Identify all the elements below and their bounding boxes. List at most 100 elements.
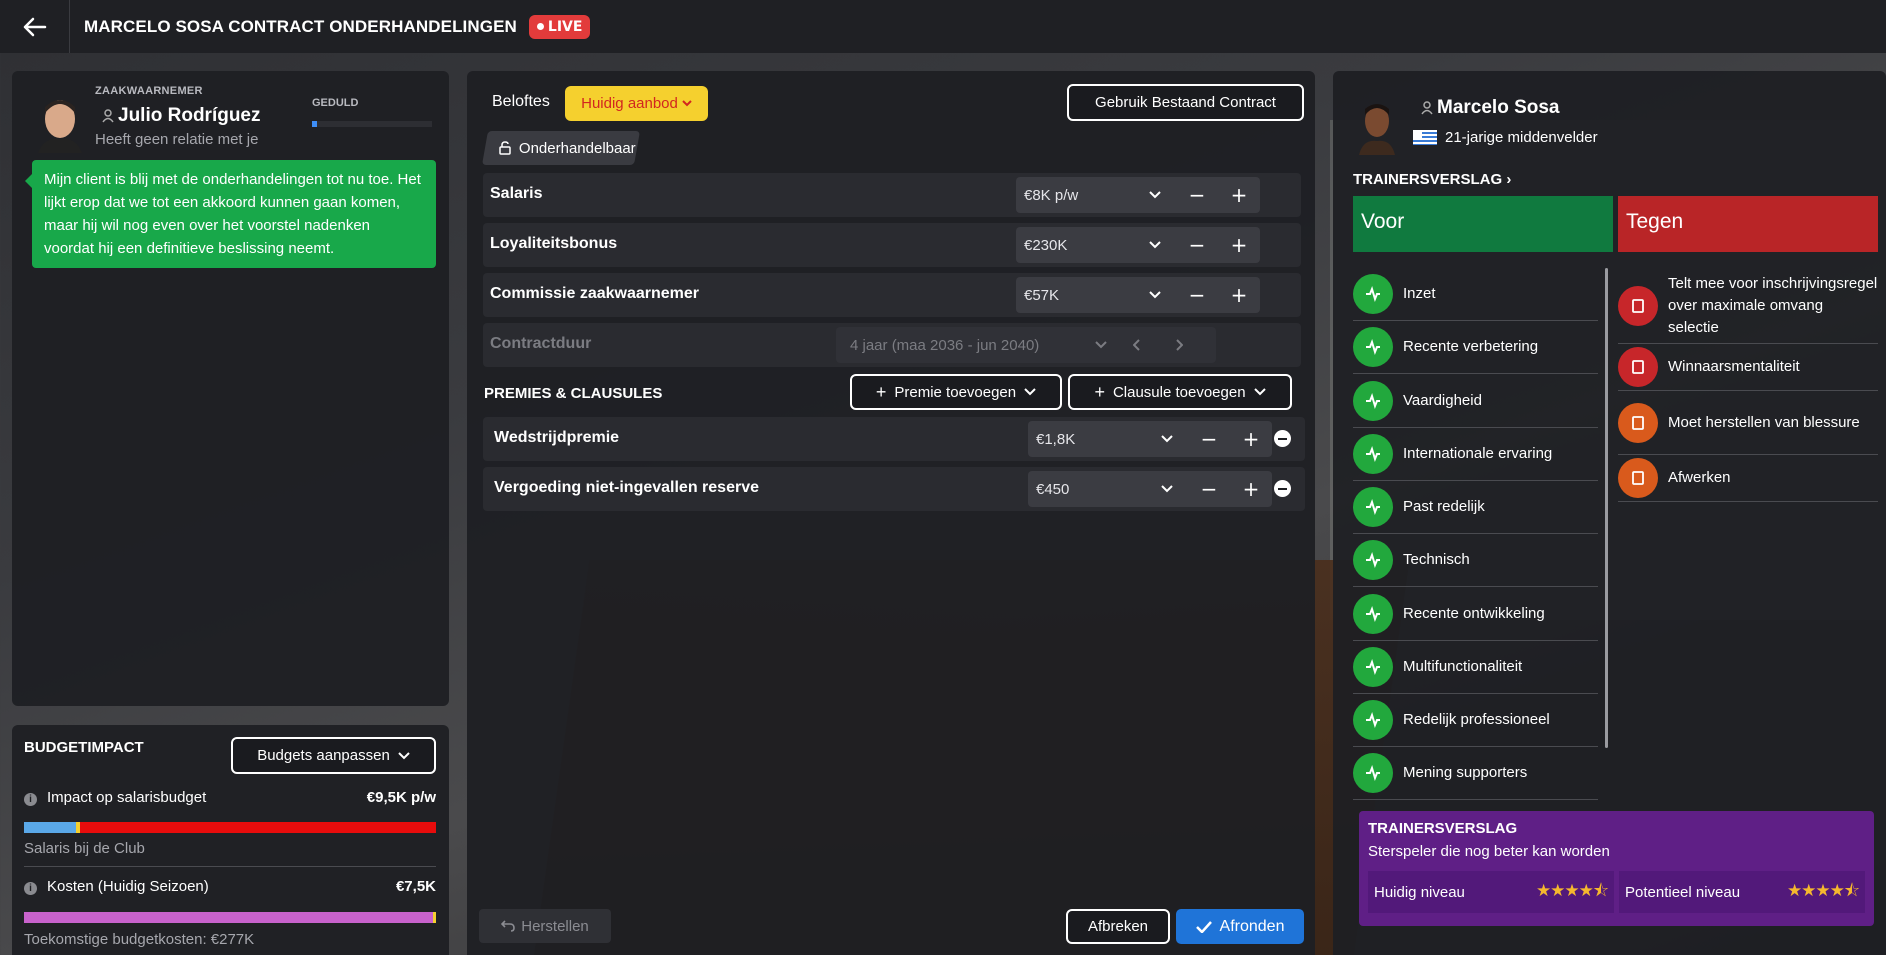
budget-panel: BUDGETIMPACT Budgets aanpassen i Impact o… <box>12 725 449 955</box>
pros-header: Voor <box>1353 196 1613 252</box>
con-attribute-item[interactable]: Telt mee voor inschrijvingsregel over ma… <box>1618 268 1878 344</box>
match-bonus-input[interactable]: €1,8K <box>1028 431 1146 448</box>
add-clause-label: Clausule toevoegen <box>1112 383 1246 401</box>
pro-attribute-item[interactable]: Technisch <box>1353 534 1598 587</box>
loyalty-bonus-increase-button[interactable]: + <box>1218 227 1260 263</box>
pro-attribute-item[interactable]: Mening supporters <box>1353 747 1598 800</box>
agent-fee-stepper: €57K − + <box>1016 277 1260 313</box>
agent-message: Mijn client is blij met de onderhandelin… <box>25 160 436 268</box>
pro-attribute-item[interactable]: Redelijk professioneel <box>1353 694 1598 747</box>
salary-impact-label: Impact op salarisbudget <box>47 789 207 806</box>
pro-attribute-item[interactable]: Multifunctionaliteit <box>1353 641 1598 694</box>
unused-sub-bonus-input[interactable]: €450 <box>1028 481 1146 498</box>
info-icon[interactable]: i <box>24 793 37 806</box>
agent-name[interactable]: Julio Rodríguez <box>102 105 261 127</box>
pro-attribute-label: Internationale ervaring <box>1403 445 1553 462</box>
attribute-icon <box>1353 381 1393 421</box>
match-bonus-row: Wedstrijdpremie €1,8K − + <box>483 417 1305 461</box>
restore-label: Herstellen <box>521 917 589 935</box>
person-icon <box>1421 101 1433 115</box>
pro-attribute-label: Mening supporters <box>1403 764 1528 781</box>
con-attribute-label: Afwerken <box>1668 469 1731 486</box>
con-attribute-item[interactable]: Afwerken <box>1618 455 1878 502</box>
loyalty-bonus-dropdown-button[interactable] <box>1134 227 1176 263</box>
cancel-label: Afbreken <box>1087 918 1149 935</box>
pro-attribute-item[interactable]: Recente verbetering <box>1353 321 1598 374</box>
player-description-text: 21-jarige middenvelder <box>1445 129 1598 146</box>
finish-label: Afronden <box>1219 917 1285 935</box>
contract-duration-prev-button[interactable] <box>1116 327 1158 363</box>
pro-attribute-item[interactable]: Vaardigheid <box>1353 375 1598 428</box>
current-offer-dropdown[interactable]: Huidig aanbod <box>565 86 708 121</box>
offer-panel: Beloftes Huidig aanbod Gebruik Bestaand … <box>467 71 1315 955</box>
coach-summary-card: TRAINERSVERSLAG Sterspeler die nog beter… <box>1359 811 1874 926</box>
chevron-down-icon <box>1253 388 1266 396</box>
agent-fee-label: Commissie zaakwaarnemer <box>490 285 699 302</box>
match-bonus-dropdown-button[interactable] <box>1146 421 1188 457</box>
attribute-icon <box>1353 700 1393 740</box>
add-bonus-button[interactable]: + Premie toevoegen <box>850 374 1062 410</box>
unused-sub-bonus-increase-button[interactable]: + <box>1230 471 1272 507</box>
agent-fee-increase-button[interactable]: + <box>1218 277 1260 313</box>
cancel-button[interactable]: Afbreken <box>1066 909 1170 944</box>
unused-sub-bonus-dropdown-button[interactable] <box>1146 471 1188 507</box>
contract-duration-next-button[interactable] <box>1158 327 1200 363</box>
negotiable-tag[interactable]: Onderhandelbaar <box>482 131 640 165</box>
remove-unused-sub-bonus-icon[interactable] <box>1274 480 1291 497</box>
info-icon[interactable]: i <box>24 882 37 895</box>
agent-panel: ZAAKWAARNEMER Julio Rodríguez Heeft geen… <box>12 71 449 706</box>
pro-attribute-item[interactable]: Recente ontwikkeling <box>1353 588 1598 641</box>
attribute-icon <box>1618 402 1658 443</box>
pro-attribute-label: Redelijk professioneel <box>1403 711 1550 728</box>
match-bonus-decrease-button[interactable]: − <box>1188 421 1230 457</box>
restore-button[interactable]: Herstellen <box>479 909 611 943</box>
attribute-icon <box>1353 753 1393 793</box>
con-attribute-item[interactable]: Winnaarsmentaliteit <box>1618 344 1878 391</box>
live-dot-icon <box>536 23 544 30</box>
agent-fee-input[interactable]: €57K <box>1016 287 1134 304</box>
cost-label: Kosten (Huidig Seizoen) <box>47 878 209 895</box>
agent-avatar <box>38 100 82 153</box>
pro-attribute-item[interactable]: Past redelijk <box>1353 481 1598 534</box>
salary-increase-button[interactable]: + <box>1218 177 1260 213</box>
use-existing-contract-button[interactable]: Gebruik Bestaand Contract <box>1067 84 1304 121</box>
player-name[interactable]: Marcelo Sosa <box>1421 97 1560 119</box>
pro-attribute-label: Recente ontwikkeling <box>1403 605 1545 622</box>
contract-duration-stepper: 4 jaar (maa 2036 - jun 2040) <box>836 327 1216 363</box>
finish-button[interactable]: Afronden <box>1176 909 1304 944</box>
unused-sub-bonus-decrease-button[interactable]: − <box>1188 471 1230 507</box>
pros-scrollbar[interactable] <box>1605 268 1608 748</box>
salary-impact-row: i Impact op salarisbudget €9,5K p/w <box>24 789 436 806</box>
loyalty-bonus-input[interactable]: €230K <box>1016 237 1134 254</box>
salary-input[interactable]: €8K p/w <box>1016 187 1134 204</box>
contract-duration-dropdown-button[interactable] <box>1086 327 1116 363</box>
attribute-icon <box>1353 540 1393 580</box>
coach-report-link[interactable]: TRAINERSVERSLAG › <box>1353 171 1511 188</box>
contract-duration-value[interactable]: 4 jaar (maa 2036 - jun 2040) <box>836 337 1086 354</box>
loyalty-bonus-decrease-button[interactable]: − <box>1176 227 1218 263</box>
chevron-down-icon <box>1149 291 1161 299</box>
agent-fee-dropdown-button[interactable] <box>1134 277 1176 313</box>
match-bonus-increase-button[interactable]: + <box>1230 421 1272 457</box>
chevron-down-icon <box>1161 485 1173 493</box>
adjust-budgets-label: Budgets aanpassen <box>257 747 390 764</box>
attribute-icon <box>1353 274 1393 314</box>
pro-attribute-item[interactable]: Internationale ervaring <box>1353 428 1598 481</box>
adjust-budgets-button[interactable]: Budgets aanpassen <box>231 737 436 774</box>
back-button[interactable] <box>0 0 70 53</box>
add-clause-button[interactable]: + Clausule toevoegen <box>1068 374 1292 410</box>
chevron-down-icon <box>1149 241 1161 249</box>
con-attribute-item[interactable]: Moet herstellen van blessure <box>1618 391 1878 455</box>
attribute-icon <box>1353 327 1393 367</box>
salary-dropdown-button[interactable] <box>1134 177 1176 213</box>
pro-attribute-item[interactable]: Inzet <box>1353 268 1598 321</box>
salary-decrease-button[interactable]: − <box>1176 177 1218 213</box>
agent-fee-row: Commissie zaakwaarnemer €57K − + <box>483 273 1301 317</box>
unused-sub-bonus-stepper: €450 − + <box>1028 471 1272 507</box>
unused-sub-bonus-label: Vergoeding niet-ingevallen reserve <box>494 479 759 496</box>
remove-match-bonus-icon[interactable] <box>1274 430 1291 447</box>
loyalty-bonus-row: Loyaliteitsbonus €230K − + <box>483 223 1301 267</box>
pro-attribute-label: Past redelijk <box>1403 498 1485 515</box>
chevron-down-icon <box>398 751 410 759</box>
agent-fee-decrease-button[interactable]: − <box>1176 277 1218 313</box>
